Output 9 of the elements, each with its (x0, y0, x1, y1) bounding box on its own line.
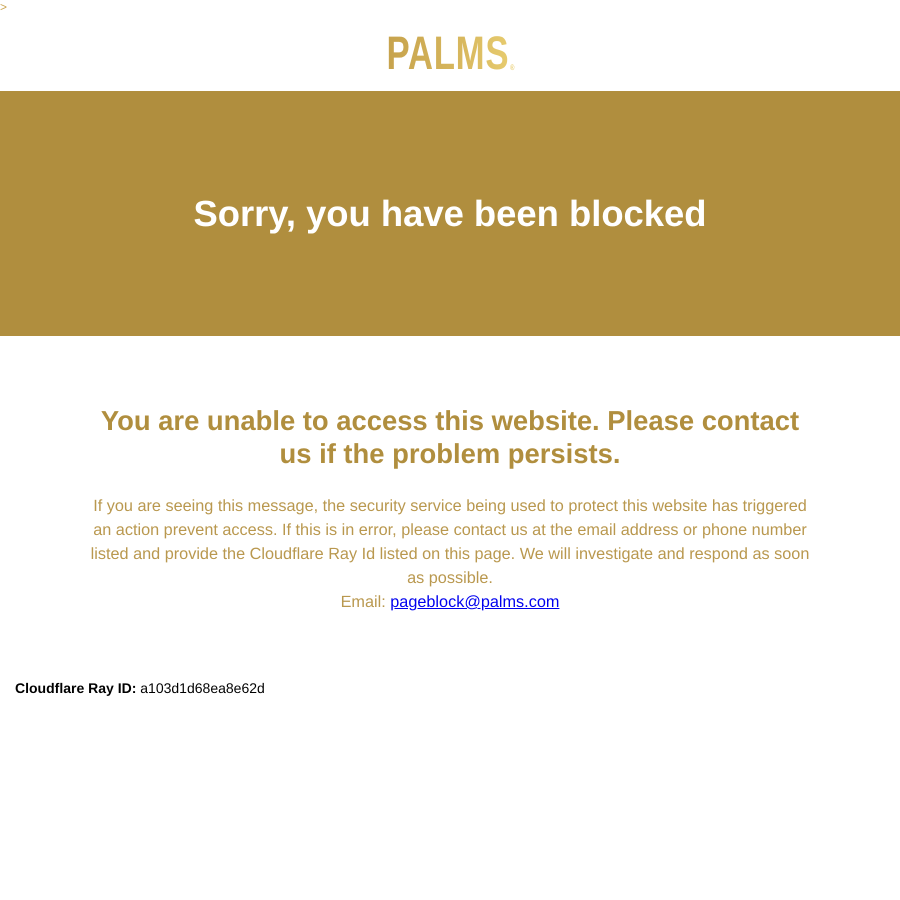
ray-id-label: Cloudflare Ray ID: (15, 680, 136, 696)
ray-id-value: a103d1d68ea8e62d (140, 680, 265, 696)
message-heading: You are unable to access this website. Please contact us if the problem persists. (100, 404, 800, 470)
message-text: If you are seeing this message, the security service being used to protect this website has triggered an action prevent access. If this is in error, please contact us at the email address or phone number listed and provide the Cloudflare Ray Id listed on this page. We will investigate and respond as soon as possible. (90, 496, 810, 589)
banner-title: Sorry, you have been blocked (193, 192, 706, 236)
stray-character: > (0, 0, 8, 14)
brand-logo: PALMS® (386, 34, 514, 72)
email-label: Email: (340, 593, 386, 611)
email-link[interactable]: pageblock@palms.com (390, 593, 560, 611)
